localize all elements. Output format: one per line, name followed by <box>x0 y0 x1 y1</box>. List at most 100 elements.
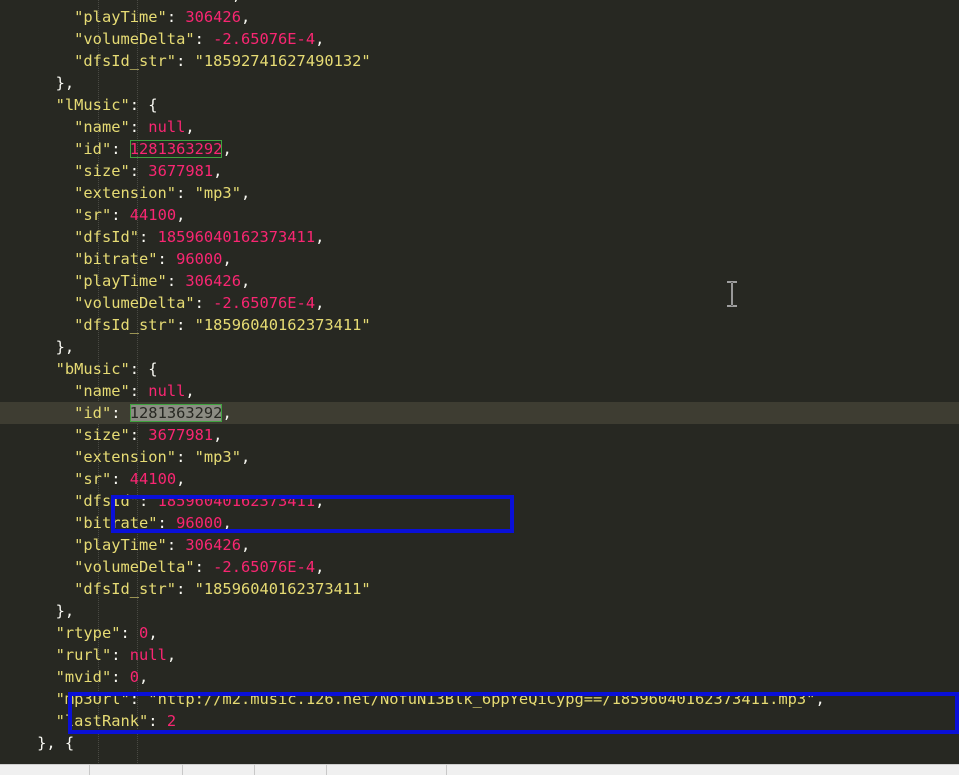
code-line[interactable]: "playTime": 306426, <box>0 6 959 28</box>
punctuation: }, <box>55 602 75 620</box>
punctuation: , <box>185 118 195 136</box>
json-value-string: "http://m2.music.126.net/NofuN13Blk_6ppY… <box>148 690 816 708</box>
json-value-number: 306426 <box>185 272 241 290</box>
code-line[interactable]: "dfsId_str": "18596040162373411" <box>0 578 959 600</box>
punctuation: : <box>176 316 195 334</box>
json-value-number: null <box>148 382 186 400</box>
code-line[interactable]: "dfsId_str": "18592741627490132" <box>0 50 959 72</box>
code-line[interactable]: "name": null, <box>0 380 959 402</box>
code-line[interactable]: "bitrate": 96000, <box>0 512 959 534</box>
json-key: "playTime" <box>74 8 167 26</box>
punctuation: : <box>194 558 214 576</box>
code-line[interactable]: "playTime": 306426, <box>0 534 959 556</box>
json-key: "sr" <box>74 206 112 224</box>
punctuation: : <box>139 228 158 246</box>
punctuation: : { <box>129 96 158 114</box>
punctuation: , <box>815 690 825 708</box>
code-line[interactable]: "lMusic": { <box>0 94 959 116</box>
json-value-number: 306426 <box>185 8 241 26</box>
code-line[interactable]: "dfsId": 18596040162373411, <box>0 490 959 512</box>
json-value-number: null <box>129 646 167 664</box>
json-key: "id" <box>74 140 112 158</box>
code-line[interactable]: "size": 3677981, <box>0 424 959 446</box>
punctuation: , <box>222 250 232 268</box>
punctuation: , <box>166 646 177 664</box>
punctuation: , <box>222 140 232 158</box>
punctuation: : <box>129 426 149 444</box>
punctuation: : <box>129 162 149 180</box>
code-line[interactable]: "bMusic": { <box>0 358 959 380</box>
json-key: "dfsId" <box>74 492 140 510</box>
punctuation: : <box>111 404 130 422</box>
punctuation: : <box>176 580 195 598</box>
json-key: "dfsId" <box>74 228 140 246</box>
code-line[interactable]: "volumeDelta": -2.65076E-4, <box>0 292 959 314</box>
code-line[interactable]: "sr": 44100, <box>0 468 959 490</box>
code-line[interactable]: "id": 1281363292, <box>0 402 959 424</box>
code-line[interactable]: }, { <box>0 732 959 754</box>
punctuation: : <box>176 184 195 202</box>
json-value-number: 44100 <box>129 206 177 224</box>
code-line[interactable]: "playTime": 306426, <box>0 270 959 292</box>
code-line[interactable]: "lastRank": 2 <box>0 710 959 732</box>
punctuation: , <box>240 184 251 202</box>
code-line[interactable]: "dfsId_str": "18596040162373411" <box>0 314 959 336</box>
code-line[interactable]: "dfsId": 18596040162373411, <box>0 226 959 248</box>
punctuation: : <box>129 118 149 136</box>
json-key: "mp3Url" <box>55 690 130 708</box>
punctuation: : <box>111 206 130 224</box>
code-line[interactable]: "name": null, <box>0 116 959 138</box>
punctuation: , <box>222 404 232 422</box>
code-line[interactable]: "volumeDelta": -2.65076E-4, <box>0 556 959 578</box>
json-value-number: -2.65076E-4 <box>213 294 316 312</box>
code-line[interactable]: "bitrate": 96000, <box>0 248 959 270</box>
code-editor[interactable]: "bitrate": 160000, "playTime": 306426, "… <box>0 0 959 765</box>
json-value-number: 306426 <box>185 536 241 554</box>
code-line[interactable]: "rtype": 0, <box>0 622 959 644</box>
json-key: "volumeDelta" <box>74 558 195 576</box>
code-line[interactable]: }, <box>0 600 959 622</box>
status-bar <box>0 764 959 775</box>
code-line[interactable]: "volumeDelta": -2.65076E-4, <box>0 28 959 50</box>
json-value-number: 0 <box>129 668 140 686</box>
punctuation: : <box>166 8 186 26</box>
code-line[interactable]: "rurl": null, <box>0 644 959 666</box>
punctuation: , <box>176 206 186 224</box>
punctuation: }, { <box>37 734 75 752</box>
code-line[interactable]: "mp3Url": "http://m2.music.126.net/NofuN… <box>0 688 959 710</box>
json-value-number: -2.65076E-4 <box>213 558 316 576</box>
code-line[interactable]: }, <box>0 72 959 94</box>
json-value-number: 96000 <box>176 250 223 268</box>
punctuation: , <box>139 668 149 686</box>
status-cell <box>89 765 90 775</box>
punctuation: : <box>166 272 186 290</box>
code-line[interactable]: "extension": "mp3", <box>0 446 959 468</box>
code-line[interactable]: "mvid": 0, <box>0 666 959 688</box>
code-line[interactable]: "id": 1281363292, <box>0 138 959 160</box>
punctuation: : <box>120 624 140 642</box>
code-line[interactable]: "extension": "mp3", <box>0 182 959 204</box>
code-line[interactable]: "size": 3677981, <box>0 160 959 182</box>
code-line[interactable]: }, <box>0 336 959 358</box>
code-line[interactable]: "sr": 44100, <box>0 204 959 226</box>
punctuation: : <box>111 668 130 686</box>
